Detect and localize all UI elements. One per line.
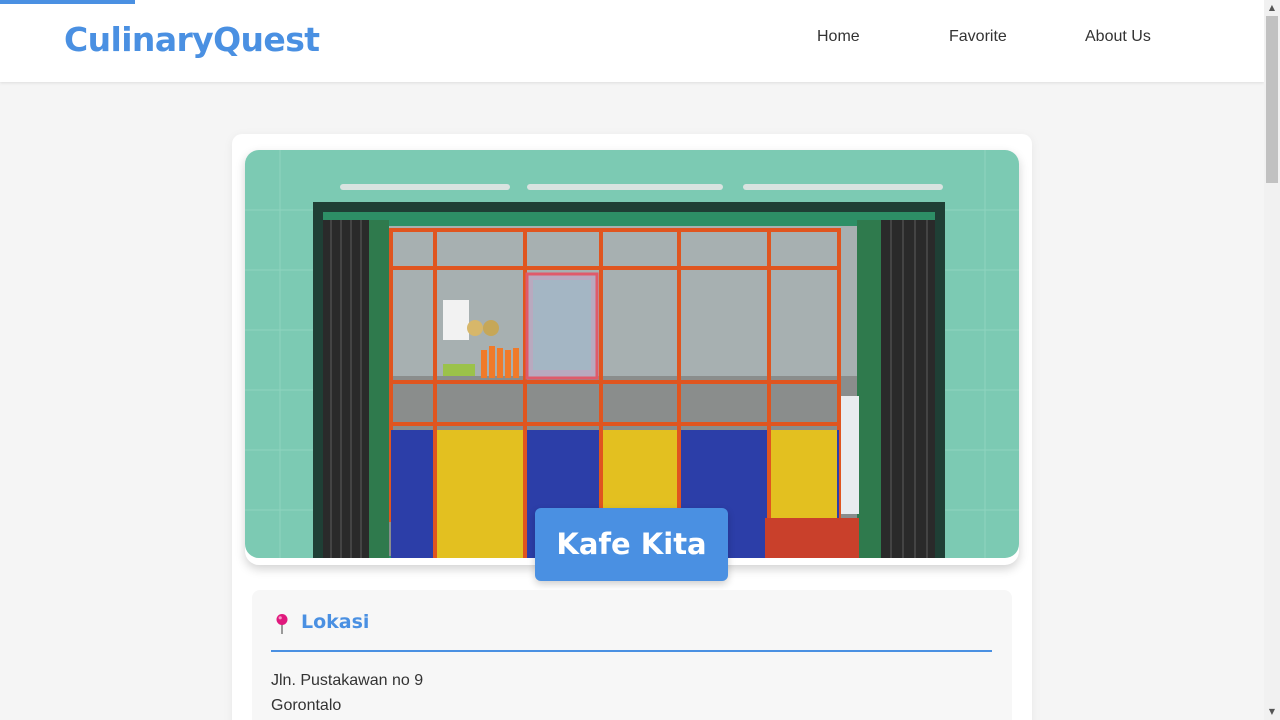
restaurant-image (245, 150, 1019, 558)
nav-home-link[interactable]: Home (817, 28, 860, 46)
scrollbar-thumb[interactable] (1266, 16, 1278, 183)
address-block: Jln. Pustakawan no 9 Gorontalo (271, 668, 423, 718)
location-heading: Lokasi (301, 611, 370, 633)
restaurant-name-badge: Kafe Kita (535, 508, 728, 581)
main-nav: Home Favorite About Us (0, 28, 1264, 52)
vertical-scrollbar[interactable]: ▲ ▼ (1264, 0, 1280, 720)
restaurant-detail-card: Kafe Kita Lokasi Jln. Pustakawan no 9 Go… (232, 134, 1032, 720)
map-pin-icon (274, 613, 290, 635)
address-street: Jln. Pustakawan no 9 (271, 672, 424, 689)
top-navbar: CulinaryQuest Home Favorite About Us (0, 0, 1264, 82)
scroll-up-arrow-icon[interactable]: ▲ (1264, 0, 1280, 16)
hero-image-frame (245, 150, 1019, 565)
address-city: Gorontalo (271, 697, 342, 714)
page-load-progress-bar (0, 0, 135, 4)
nav-favorite-link[interactable]: Favorite (949, 28, 1007, 46)
location-section: Lokasi Jln. Pustakawan no 9 Gorontalo (252, 590, 1012, 720)
nav-about-link[interactable]: About Us (1085, 28, 1151, 46)
scroll-down-arrow-icon[interactable]: ▼ (1264, 704, 1280, 720)
location-header: Lokasi (271, 610, 992, 652)
